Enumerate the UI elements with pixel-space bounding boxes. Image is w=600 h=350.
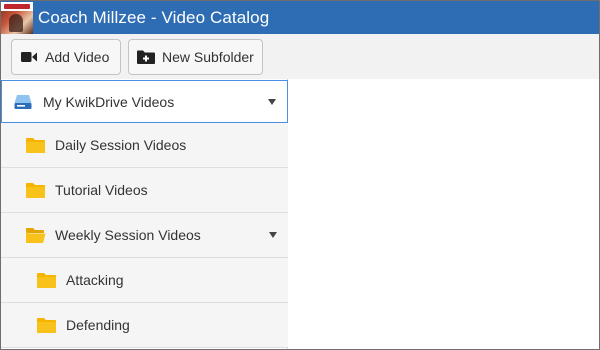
folder-tree: My KwikDrive Videos Daily Session Videos… xyxy=(1,79,288,349)
drive-icon xyxy=(14,94,32,110)
tree-item-label: Tutorial Videos xyxy=(55,182,148,198)
video-camera-icon xyxy=(21,50,37,64)
chevron-down-icon[interactable] xyxy=(268,98,276,105)
tree-item-weekly-session-videos[interactable]: Weekly Session Videos xyxy=(1,213,288,258)
tree-item-daily-session-videos[interactable]: Daily Session Videos xyxy=(1,123,288,168)
tree-item-label: Weekly Session Videos xyxy=(55,227,201,243)
folder-open-icon xyxy=(25,227,46,244)
folder-icon xyxy=(25,182,46,199)
tree-root-label: My KwikDrive Videos xyxy=(43,93,175,110)
video-content-area xyxy=(289,79,599,349)
new-subfolder-label: New Subfolder xyxy=(162,49,254,65)
title-bar: Coach Millzee - Video Catalog xyxy=(1,1,599,34)
app-logo-icon xyxy=(1,1,33,34)
chevron-down-icon[interactable] xyxy=(269,232,277,238)
folder-plus-icon xyxy=(136,49,156,65)
folder-icon xyxy=(25,137,46,154)
tree-item-label: Daily Session Videos xyxy=(55,137,187,153)
folder-icon xyxy=(36,317,57,334)
app-window: Coach Millzee - Video Catalog Add Video … xyxy=(0,0,600,350)
tree-item-defending[interactable]: Defending xyxy=(1,303,288,348)
add-video-button[interactable]: Add Video xyxy=(11,39,121,75)
new-subfolder-button[interactable]: New Subfolder xyxy=(128,39,263,75)
tree-item-label: Attacking xyxy=(66,272,124,288)
tree-item-attacking[interactable]: Attacking xyxy=(1,258,288,303)
tree-item-label: Defending xyxy=(66,317,130,333)
tree-root-my-kwikdrive-videos[interactable]: My KwikDrive Videos xyxy=(1,80,288,123)
add-video-label: Add Video xyxy=(45,49,110,65)
toolbar: Add Video New Subfolder xyxy=(1,34,599,79)
folder-icon xyxy=(36,272,57,289)
tree-item-tutorial-videos[interactable]: Tutorial Videos xyxy=(1,168,288,213)
window-title: Coach Millzee - Video Catalog xyxy=(38,7,270,27)
